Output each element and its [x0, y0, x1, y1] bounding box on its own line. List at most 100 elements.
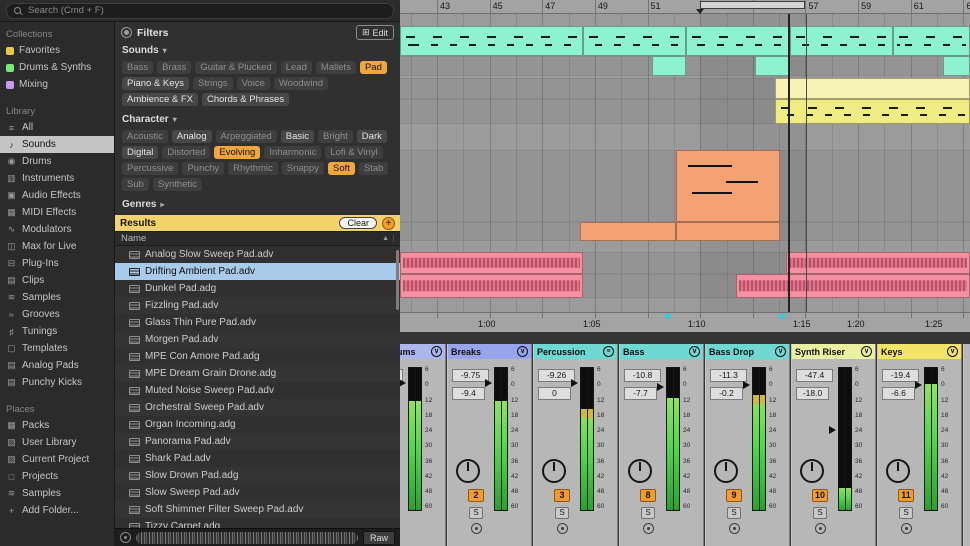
gain-value[interactable]: -7.7	[624, 387, 657, 400]
clip[interactable]	[786, 252, 970, 274]
beat-time-ruler[interactable]: 4345474951535557596163	[400, 0, 970, 14]
menu-icon[interactable]: ≡	[603, 346, 614, 357]
filter-chip-arpeggiated[interactable]: Arpeggiated	[216, 130, 277, 143]
solo-button[interactable]: S	[813, 507, 827, 519]
track-number-badge[interactable]: 3	[554, 489, 570, 502]
sidebar-item-grooves[interactable]: ≈Grooves	[0, 306, 114, 323]
filter-chip-snappy[interactable]: Snappy	[282, 162, 324, 175]
filter-chip-pad[interactable]: Pad	[360, 61, 387, 74]
track-activator-icon[interactable]	[901, 523, 912, 534]
clip[interactable]	[943, 56, 970, 76]
gain-value[interactable]: 0	[538, 387, 571, 400]
filter-chip-bright[interactable]: Bright	[318, 130, 353, 143]
filter-chip-voice[interactable]: Voice	[237, 77, 270, 90]
sidebar-item-tunings[interactable]: ♯Tunings	[0, 323, 114, 340]
gain-value[interactable]: -9.4	[452, 387, 485, 400]
clip[interactable]	[676, 150, 780, 222]
filter-chip-punchy[interactable]: Punchy	[182, 162, 224, 175]
sidebar-item-modulators[interactable]: ∿Modulators	[0, 221, 114, 238]
result-row-fizzling-pad-adv[interactable]: Fizzling Pad.adv	[115, 297, 400, 314]
edit-filters-button[interactable]: ⊞ Edit	[356, 25, 394, 40]
gain-value[interactable]: -6.6	[882, 387, 915, 400]
locator-marker-icon[interactable]	[778, 314, 786, 320]
sidebar-item-plug-ins[interactable]: ⊟Plug-Ins	[0, 255, 114, 272]
track-number-badge[interactable]: 2	[468, 489, 484, 502]
clip[interactable]	[755, 56, 790, 76]
result-row-slow-drown-pad-adg[interactable]: Slow Drown Pad.adg	[115, 467, 400, 484]
sidebar-item-analog-pads[interactable]: ▤Analog Pads	[0, 357, 114, 374]
filter-chip-rhythmic[interactable]: Rhythmic	[228, 162, 278, 175]
sidebar-item-favorites[interactable]: Favorites	[0, 42, 114, 59]
sidebar-item-mixing[interactable]: Mixing	[0, 76, 114, 93]
filter-chip-woodwind[interactable]: Woodwind	[274, 77, 328, 90]
volume-value[interactable]: -10.8	[624, 369, 661, 382]
locator-marker-icon[interactable]	[664, 314, 672, 320]
result-row-panorama-pad-adv[interactable]: Panorama Pad.adv	[115, 433, 400, 450]
track-activator-icon[interactable]	[471, 523, 482, 534]
sidebar-item-user-library[interactable]: ▧User Library	[0, 434, 114, 451]
sidebar-item-all[interactable]: ≡All	[0, 119, 114, 136]
filter-chip-chords-phrases[interactable]: Chords & Phrases	[202, 93, 289, 106]
clip[interactable]	[400, 26, 583, 56]
sidebar-item-current-project[interactable]: ▨Current Project	[0, 451, 114, 468]
filter-chip-basic[interactable]: Basic	[281, 130, 314, 143]
pan-knob[interactable]	[628, 459, 652, 483]
fader-handle[interactable]	[400, 379, 406, 387]
volume-value[interactable]: -9.75	[452, 369, 489, 382]
chevron-down-icon[interactable]: ∨	[775, 346, 786, 357]
result-row-mpe-dream-grain-drone-adg[interactable]: MPE Dream Grain Drone.adg	[115, 365, 400, 382]
search-field[interactable]	[6, 3, 394, 19]
result-row-organ-incoming-adg[interactable]: Organ Incoming.adg	[115, 416, 400, 433]
solo-button[interactable]: S	[555, 507, 569, 519]
solo-button[interactable]: S	[641, 507, 655, 519]
chevron-down-icon[interactable]: ∨	[431, 346, 442, 357]
track-header[interactable]: Bass∨	[620, 344, 703, 359]
filter-chip-brass[interactable]: Brass	[157, 61, 191, 74]
result-row-analog-slow-sweep-pad-adv[interactable]: Analog Slow Sweep Pad.adv	[115, 246, 400, 263]
track-number-badge[interactable]: 9	[726, 489, 742, 502]
volume-value[interactable]: -19.4	[882, 369, 919, 382]
clip[interactable]	[400, 274, 583, 298]
pan-knob[interactable]	[886, 459, 910, 483]
filter-chip-bass[interactable]: Bass	[122, 61, 153, 74]
clip[interactable]	[400, 252, 583, 274]
sidebar-item-punchy-kicks[interactable]: ▤Punchy Kicks	[0, 374, 114, 391]
clip[interactable]	[736, 274, 970, 298]
fader-handle[interactable]	[485, 379, 492, 387]
filter-chip-mallets[interactable]: Mallets	[316, 61, 356, 74]
filter-chip-synthetic[interactable]: Synthetic	[153, 178, 202, 191]
track-header[interactable]: Drums∨	[400, 344, 445, 359]
sidebar-item-max-for-live[interactable]: ◫Max for Live	[0, 238, 114, 255]
chevron-down-icon[interactable]: ∨	[689, 346, 700, 357]
result-row-slow-sweep-pad-adv[interactable]: Slow Sweep Pad.adv	[115, 484, 400, 501]
filter-chip-piano-keys[interactable]: Piano & Keys	[122, 77, 189, 90]
sidebar-item-packs[interactable]: ▦Packs	[0, 417, 114, 434]
fader-handle[interactable]	[915, 381, 922, 389]
sidebar-item-drums-synths[interactable]: Drums & Synths	[0, 59, 114, 76]
filter-chip-soft[interactable]: Soft	[328, 162, 355, 175]
result-row-soft-shimmer-filter-sweep-pad-adv[interactable]: Soft Shimmer Filter Sweep Pad.adv	[115, 501, 400, 518]
volume-value[interactable]: -9.26	[538, 369, 575, 382]
track-activator-icon[interactable]	[557, 523, 568, 534]
search-input[interactable]	[26, 4, 386, 17]
result-row-muted-noise-sweep-pad-adv[interactable]: Muted Noise Sweep Pad.adv	[115, 382, 400, 399]
track-header[interactable]: Percussion≡	[534, 344, 617, 359]
track-number-badge[interactable]: 10	[812, 489, 828, 502]
track-header[interactable]: Bass Drop∨	[706, 344, 789, 359]
clip[interactable]	[775, 99, 970, 124]
filter-chip-acoustic[interactable]: Acoustic	[122, 130, 168, 143]
filter-group-character[interactable]: Character▾	[115, 110, 400, 127]
filter-chip-analog[interactable]: Analog	[172, 130, 212, 143]
preview-waveform[interactable]	[136, 532, 358, 544]
volume-value[interactable]: -11.3	[710, 369, 747, 382]
sidebar-item-templates[interactable]: ▢Templates	[0, 340, 114, 357]
filter-chip-lead[interactable]: Lead	[281, 61, 312, 74]
add-filter-icon[interactable]: +	[382, 217, 395, 230]
time-ruler[interactable]: 1:001:051:101:151:201:25	[400, 312, 970, 332]
sidebar-item-samples[interactable]: ≋Samples	[0, 289, 114, 306]
fader-handle[interactable]	[829, 426, 836, 434]
solo-button[interactable]: S	[727, 507, 741, 519]
filter-chip-strings[interactable]: Strings	[193, 77, 233, 90]
track-activator-icon[interactable]	[729, 523, 740, 534]
sidebar-item-sounds[interactable]: ♪Sounds	[0, 136, 114, 153]
